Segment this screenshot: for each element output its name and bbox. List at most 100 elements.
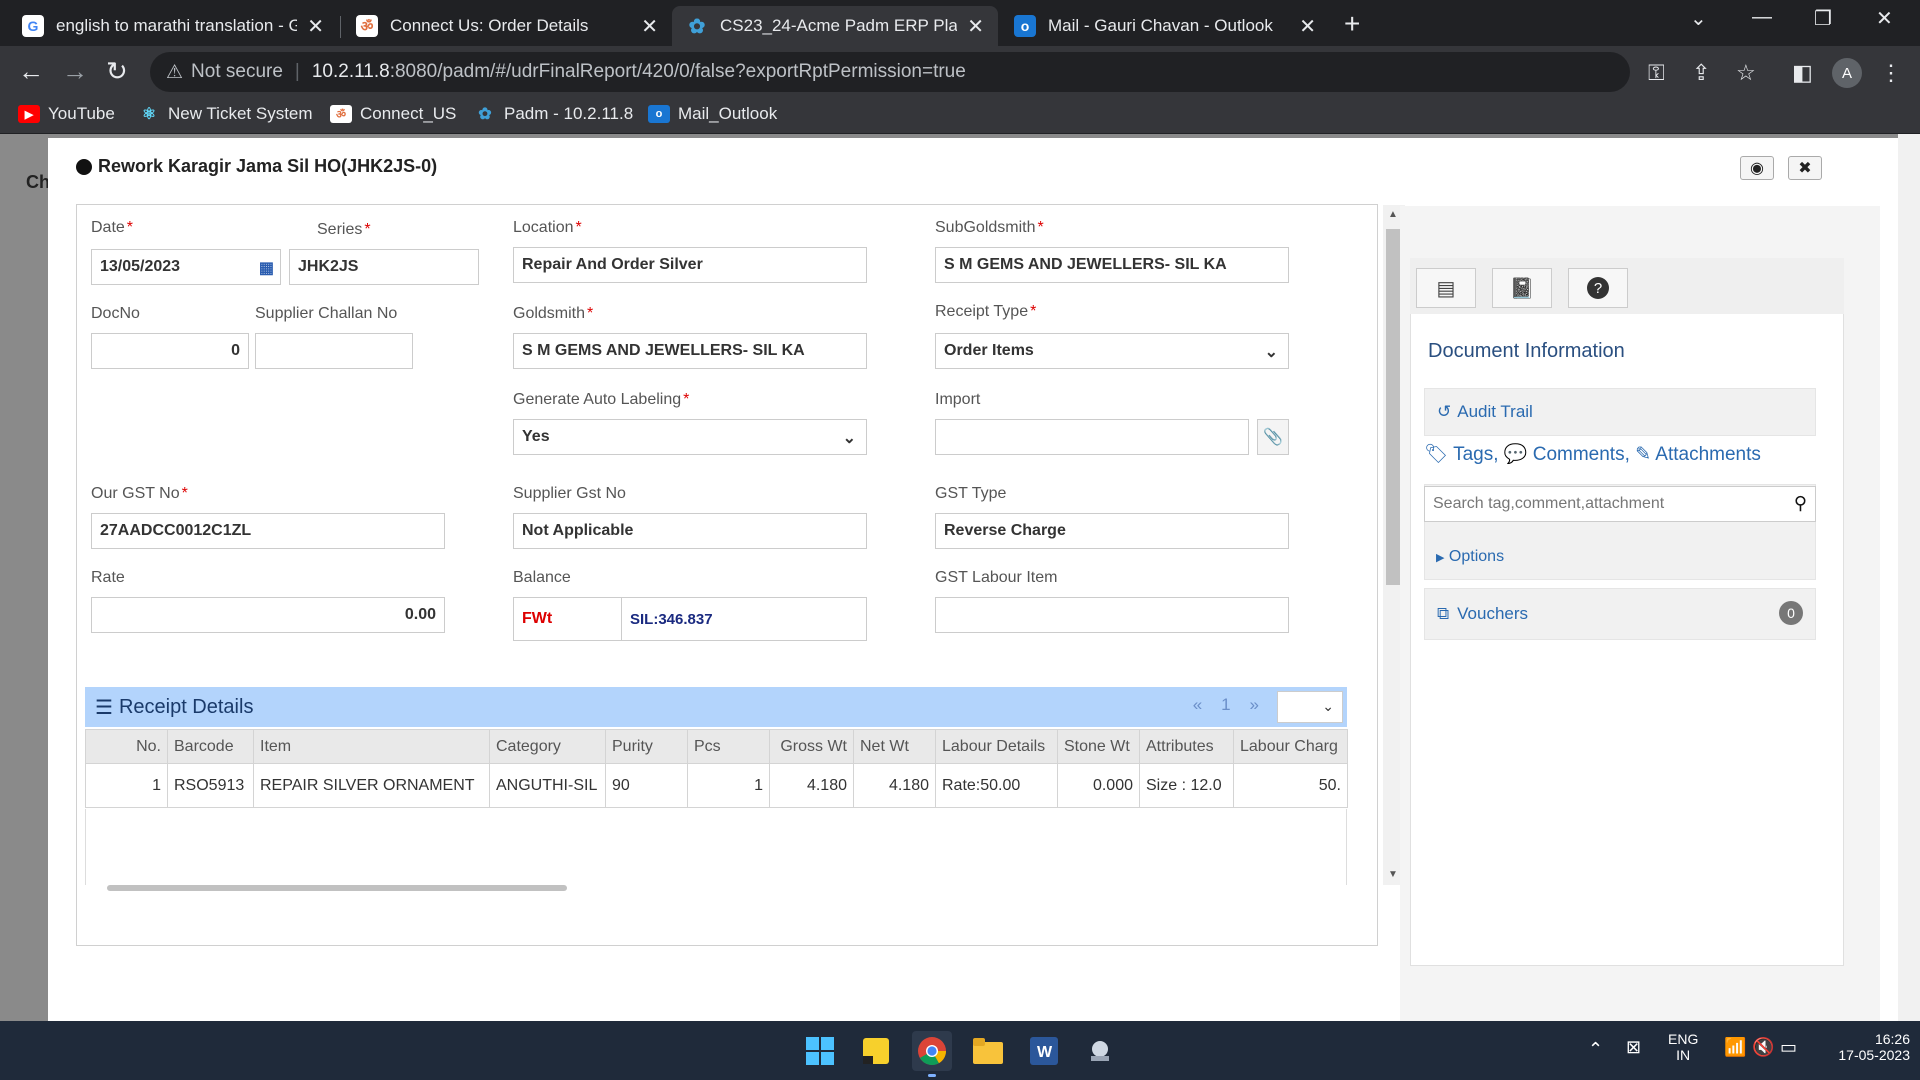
- calendar-icon[interactable]: ▦: [259, 258, 274, 278]
- close-icon[interactable]: ✕: [641, 14, 658, 39]
- close-icon[interactable]: ✕: [307, 14, 324, 39]
- chevron-up-icon[interactable]: ⌃: [1588, 1039, 1603, 1060]
- col-header[interactable]: Item: [253, 729, 490, 764]
- tab-connect-us[interactable]: ॐ Connect Us: Order Details ✕: [342, 6, 672, 46]
- audit-trail-link[interactable]: Audit Trail: [1457, 402, 1533, 422]
- network-app-icon[interactable]: [1080, 1031, 1120, 1071]
- windows-start-icon[interactable]: [800, 1031, 840, 1071]
- col-header[interactable]: No.: [85, 729, 168, 764]
- gst-labour-field[interactable]: [935, 597, 1289, 633]
- page-size-select[interactable]: ⌄: [1277, 691, 1343, 723]
- date-field[interactable]: 13/05/2023 ▦: [91, 249, 281, 285]
- series-value: JHK2JS: [298, 258, 359, 275]
- col-header[interactable]: Gross Wt: [769, 729, 854, 764]
- clock[interactable]: 16:26 17-05-2023: [1810, 1031, 1910, 1063]
- avatar[interactable]: A: [1832, 58, 1862, 88]
- tray-app-icon[interactable]: ⊠: [1626, 1037, 1641, 1058]
- word-icon[interactable]: W: [1024, 1031, 1064, 1071]
- forward-icon[interactable]: →: [62, 56, 88, 87]
- address-bar[interactable]: ⚠ Not secure | 10.2.11.8 :8080/padm/#/ud…: [150, 52, 1630, 92]
- import-field[interactable]: [935, 419, 1249, 455]
- minimize-icon[interactable]: —: [1752, 6, 1772, 29]
- chrome-icon[interactable]: [912, 1031, 952, 1071]
- bookmark-new-ticket-system[interactable]: ⚛ New Ticket System: [138, 104, 313, 124]
- col-header[interactable]: Stone Wt: [1057, 729, 1140, 764]
- page-scrollbar[interactable]: [1898, 134, 1920, 1021]
- scroll-down-icon[interactable]: ▼: [1388, 869, 1398, 880]
- close-button[interactable]: ✖: [1788, 156, 1822, 180]
- tab-padm-erp[interactable]: ✿ CS23_24-Acme Padm ERP Platfor ✕: [672, 6, 998, 46]
- tags-link[interactable]: Tags,: [1453, 444, 1498, 465]
- tab-google-translate[interactable]: G english to marathi translation - G ✕: [8, 6, 338, 46]
- rate-field[interactable]: 0.00: [91, 597, 445, 633]
- col-header[interactable]: Labour Details: [935, 729, 1058, 764]
- comments-link[interactable]: Comments,: [1533, 444, 1630, 465]
- col-header[interactable]: Pcs: [687, 729, 770, 764]
- share-icon[interactable]: ⇪: [1692, 60, 1710, 86]
- tab-help[interactable]: ?: [1568, 268, 1628, 308]
- supplier-gst-field[interactable]: Not Applicable: [513, 513, 867, 549]
- menu-icon[interactable]: ⋮: [1880, 60, 1902, 86]
- subgoldsmith-field[interactable]: S M GEMS AND JEWELLERS- SIL KA: [935, 247, 1289, 283]
- goldsmith-field[interactable]: S M GEMS AND JEWELLERS- SIL KA: [513, 333, 867, 369]
- pager-next[interactable]: »: [1250, 695, 1259, 714]
- reload-icon[interactable]: ↻: [106, 56, 128, 87]
- col-header[interactable]: Purity: [605, 729, 688, 764]
- col-header[interactable]: Category: [489, 729, 606, 764]
- cell-labour-charge: 50.: [1233, 763, 1348, 808]
- table-horizontal-scrollbar[interactable]: [107, 885, 567, 891]
- col-header[interactable]: Labour Charg: [1233, 729, 1348, 764]
- side-panel-icon[interactable]: ◧: [1792, 60, 1813, 86]
- pager-page[interactable]: 1: [1221, 695, 1230, 714]
- our-gst-label: Our GST No *: [91, 485, 188, 502]
- auto-labeling-select[interactable]: Yes ⌄: [513, 419, 867, 455]
- scroll-up-icon[interactable]: ▲: [1388, 209, 1398, 220]
- wifi-icon[interactable]: 📶: [1724, 1037, 1746, 1058]
- bookmark-mail-outlook[interactable]: o Mail_Outlook: [648, 104, 777, 124]
- new-tab-button[interactable]: +: [1344, 8, 1360, 40]
- key-icon[interactable]: ⚿: [1648, 60, 1665, 86]
- close-icon[interactable]: ✕: [967, 14, 984, 39]
- options-toggle[interactable]: ▶ Options: [1436, 548, 1504, 566]
- hide-button[interactable]: ◉: [1740, 156, 1774, 180]
- window-close-icon[interactable]: ✕: [1876, 6, 1893, 31]
- tab-search-icon[interactable]: ⌄: [1690, 6, 1707, 31]
- supplier-gst-label: Supplier Gst No: [513, 485, 626, 502]
- gst-type-field[interactable]: Reverse Charge: [935, 513, 1289, 549]
- tab-notes[interactable]: 📓: [1492, 268, 1552, 308]
- location-field[interactable]: Repair And Order Silver: [513, 247, 867, 283]
- attach-button[interactable]: 📎: [1257, 419, 1289, 455]
- battery-icon[interactable]: ▭: [1780, 1037, 1797, 1058]
- sticky-notes-icon[interactable]: [856, 1031, 896, 1071]
- cell-category: ANGUTHI-SIL: [489, 763, 606, 808]
- speaker-muted-icon[interactable]: 🔇: [1752, 1037, 1774, 1058]
- file-explorer-icon[interactable]: [968, 1031, 1008, 1071]
- col-header[interactable]: Attributes: [1139, 729, 1234, 764]
- col-header[interactable]: Barcode: [167, 729, 254, 764]
- restore-icon[interactable]: ❐: [1814, 6, 1832, 31]
- search-icon[interactable]: ⚲: [1794, 493, 1807, 514]
- vouchers-link[interactable]: Vouchers: [1457, 604, 1528, 624]
- bookmark-padm[interactable]: ✿ Padm - 10.2.11.8: [474, 104, 633, 124]
- tab-outlook[interactable]: o Mail - Gauri Chavan - Outlook ✕: [1000, 6, 1330, 46]
- series-field[interactable]: JHK2JS: [289, 249, 479, 285]
- our-gst-field[interactable]: 27AADCC0012C1ZL: [91, 513, 445, 549]
- receipt-type-select[interactable]: Order Items ⌄: [935, 333, 1289, 369]
- language-indicator[interactable]: ENG IN: [1668, 1031, 1698, 1063]
- audit-trail-row[interactable]: ↺ Audit Trail: [1424, 388, 1816, 436]
- supplier-challan-field[interactable]: [255, 333, 413, 369]
- back-icon[interactable]: ←: [18, 56, 44, 87]
- attachments-link[interactable]: Attachments: [1655, 444, 1761, 465]
- vouchers-row[interactable]: ⧉ Vouchers 0: [1424, 588, 1816, 640]
- col-header[interactable]: Net Wt: [853, 729, 936, 764]
- bookmark-youtube[interactable]: ▶ YouTube: [18, 104, 115, 124]
- close-icon[interactable]: ✕: [1299, 14, 1316, 39]
- pager-prev[interactable]: «: [1193, 695, 1202, 714]
- tab-details[interactable]: ▤: [1416, 268, 1476, 308]
- bookmark-connect-us[interactable]: ॐ Connect_US: [330, 104, 456, 124]
- star-icon[interactable]: ☆: [1736, 60, 1756, 86]
- chevron-down-icon: ⌄: [1264, 344, 1278, 361]
- table-row[interactable]: 1 RSO5913 REPAIR SILVER ORNAMENT ANGUTHI…: [85, 763, 1348, 808]
- docno-field[interactable]: 0: [91, 333, 249, 369]
- tag-search-input[interactable]: Search tag,comment,attachment ⚲: [1424, 486, 1816, 522]
